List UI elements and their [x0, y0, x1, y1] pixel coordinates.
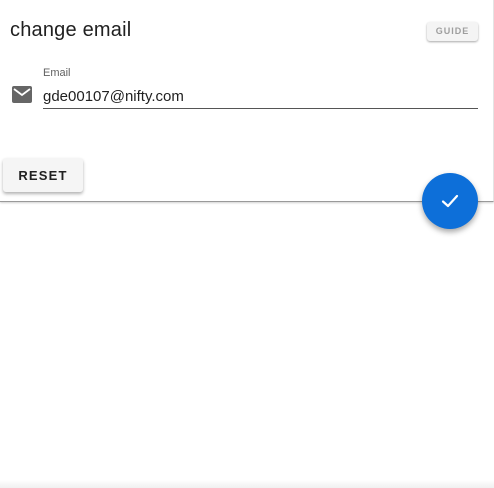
email-field[interactable] — [43, 84, 478, 109]
reset-button[interactable]: RESET — [3, 158, 83, 192]
email-field-label: Email — [43, 67, 71, 79]
guide-button[interactable]: GUIDE — [427, 22, 478, 41]
bottom-shadow — [0, 480, 494, 488]
page-title: change email — [10, 19, 132, 41]
confirm-button[interactable] — [422, 173, 478, 229]
change-email-page: change email GUIDE Email RESET — [0, 0, 494, 488]
check-icon — [441, 194, 459, 208]
mail-icon — [12, 86, 32, 103]
